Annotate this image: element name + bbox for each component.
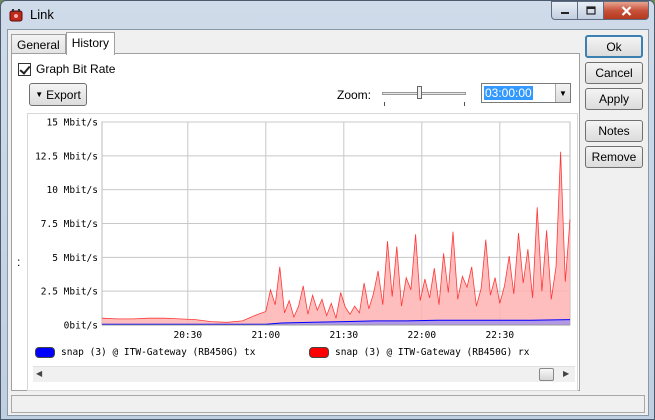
splitter-dots: : — [17, 255, 21, 269]
zoom-slider-thumb[interactable] — [417, 86, 422, 99]
y-tick-label: 5 Mbit/s — [52, 253, 98, 264]
zoom-slider-track — [382, 92, 466, 95]
link-window: Link General History Graph Bit Rate ▼ Ex… — [0, 0, 655, 420]
x-tick-label: 20:30 — [173, 330, 202, 341]
x-tick-label: 22:00 — [407, 330, 436, 341]
x-tick-label: 22:30 — [485, 330, 514, 341]
x-tick-label: 21:30 — [329, 330, 358, 341]
close-icon — [621, 5, 631, 16]
zoom-slider[interactable] — [380, 83, 468, 107]
window-title: Link — [30, 7, 54, 22]
cancel-button[interactable]: Cancel — [585, 62, 643, 84]
minimize-icon — [560, 11, 569, 14]
maximize-button[interactable] — [578, 1, 604, 20]
bit-rate-chart: 15 Mbit/s 12.5 Mbit/s 10 Mbit/s 7.5 Mbit/s 5… — [27, 113, 578, 391]
scrollbar-thumb[interactable] — [539, 368, 554, 381]
tab-strip: General History — [11, 32, 116, 55]
tx-legend-label: snap (3) @ ITW-Gateway (RB450G) tx — [61, 347, 256, 358]
apply-button[interactable]: Apply — [585, 88, 643, 110]
tx-legend-swatch — [35, 347, 55, 358]
bit-rate-chart-svg: 15 Mbit/s 12.5 Mbit/s 10 Mbit/s 7.5 Mbit/s 5… — [35, 118, 571, 341]
slider-tick — [384, 102, 385, 106]
scroll-right-icon[interactable]: ▶ — [563, 369, 569, 378]
y-tick-label: 2.5 Mbit/s — [41, 287, 98, 298]
chevron-down-icon: ▼ — [559, 88, 567, 98]
legend-item-tx: snap (3) @ ITW-Gateway (RB450G) tx — [35, 347, 255, 358]
history-panel: Graph Bit Rate ▼ Export Zoom: 03:00:00 ▼… — [11, 53, 580, 391]
export-button[interactable]: ▼ Export — [29, 83, 87, 106]
zoom-value: 03:00:00 — [484, 86, 533, 100]
remove-button[interactable]: Remove — [585, 146, 643, 168]
zoom-value-field[interactable]: 03:00:00 — [482, 84, 555, 102]
ok-button[interactable]: Ok — [585, 35, 643, 58]
tab-history[interactable]: History — [65, 32, 116, 55]
minimize-button[interactable] — [551, 1, 578, 20]
y-tick-label: 7.5 Mbit/s — [41, 219, 98, 230]
dropdown-arrow-icon: ▼ — [35, 90, 44, 99]
zoom-dropdown-button[interactable]: ▼ — [555, 84, 570, 102]
maximize-icon — [585, 6, 596, 15]
graph-bit-rate-checkbox[interactable] — [18, 62, 31, 76]
y-tick-label: 12.5 Mbit/s — [35, 151, 98, 162]
legend-item-rx: snap (3) @ ITW-Gateway (RB450G) rx — [309, 347, 529, 358]
zoom-label: Zoom: — [337, 88, 372, 102]
rx-legend-swatch — [309, 347, 329, 358]
chart-legend: snap (3) @ ITW-Gateway (RB450G) tx snap … — [35, 347, 575, 363]
router-icon — [9, 9, 23, 22]
x-tick-label: 21:00 — [251, 330, 280, 341]
graph-bit-rate-option[interactable]: Graph Bit Rate — [18, 62, 115, 76]
scroll-left-icon[interactable]: ◀ — [36, 369, 42, 378]
close-button[interactable] — [604, 1, 649, 20]
y-tick-label: 15 Mbit/s — [47, 118, 98, 129]
notes-button[interactable]: Notes — [585, 120, 643, 142]
export-label: Export — [46, 87, 81, 102]
slider-tick — [464, 102, 465, 106]
title-bar[interactable]: Link — [1, 1, 654, 29]
caption-buttons — [551, 1, 649, 20]
graph-bit-rate-label: Graph Bit Rate — [36, 62, 116, 76]
tab-general[interactable]: General — [11, 34, 66, 54]
zoom-combobox[interactable]: 03:00:00 ▼ — [481, 83, 571, 103]
status-bar — [11, 395, 645, 413]
chart-horizontal-scrollbar[interactable]: ◀ ▶ — [33, 366, 575, 382]
y-tick-label: 10 Mbit/s — [47, 185, 98, 196]
y-tick-label: 0bit/s — [64, 321, 98, 332]
window-client-area: General History Graph Bit Rate ▼ Export … — [7, 29, 649, 416]
rx-legend-label: snap (3) @ ITW-Gateway (RB450G) rx — [335, 347, 530, 358]
